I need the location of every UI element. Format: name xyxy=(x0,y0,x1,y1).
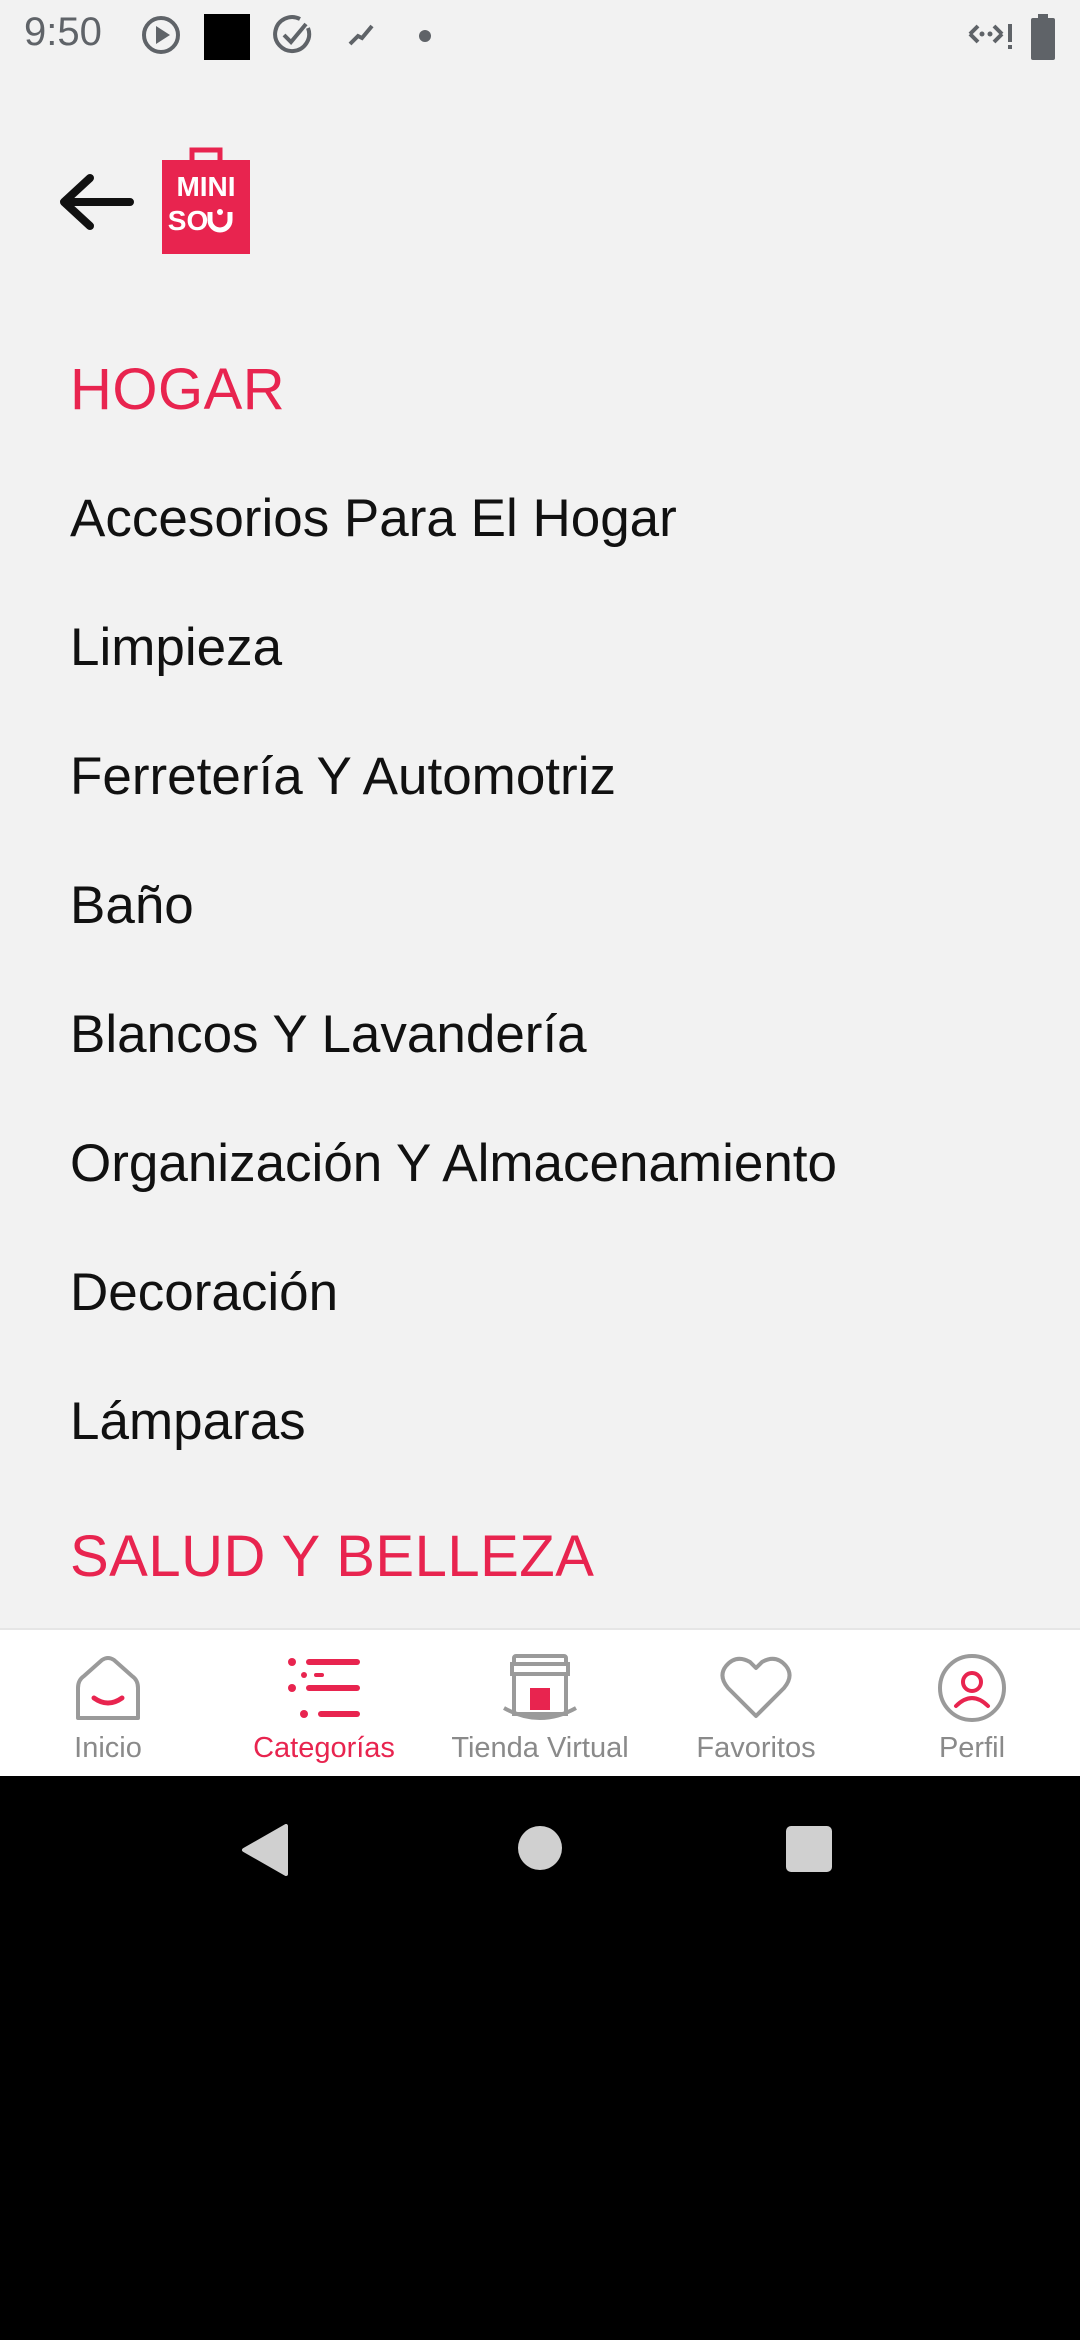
section-title-hogar[interactable]: HOGAR xyxy=(70,356,285,423)
dot-icon xyxy=(419,30,431,42)
category-item[interactable]: Blancos Y Lavandería xyxy=(70,1004,587,1065)
store-icon xyxy=(503,1654,577,1720)
battery-icon xyxy=(1031,14,1055,60)
nav-label-tienda-virtual: Tienda Virtual xyxy=(451,1732,629,1764)
logo-text-line1: MINI xyxy=(176,171,235,202)
heart-icon xyxy=(720,1656,792,1718)
home-smile-icon xyxy=(76,1656,140,1720)
miniso-logo[interactable]: MINI SO xyxy=(160,146,252,256)
home-circle-icon[interactable] xyxy=(516,1824,564,1872)
nav-item-perfil[interactable]: Perfil xyxy=(864,1630,1080,1776)
slash-icon xyxy=(348,24,374,46)
logo-text-line2: SO xyxy=(168,205,208,236)
nav-item-tienda-virtual[interactable]: Tienda Virtual xyxy=(432,1630,648,1776)
category-item[interactable]: Ferretería Y Automotriz xyxy=(70,746,616,807)
app-screen: 9:50 MINI SO HOGAR Accesorios Para El Ho… xyxy=(0,0,1080,1776)
nav-item-favoritos[interactable]: Favoritos xyxy=(648,1630,864,1776)
category-item[interactable]: Accesorios Para El Hogar xyxy=(70,488,677,549)
status-bar: 9:50 xyxy=(0,0,1080,72)
nav-label-inicio: Inicio xyxy=(74,1732,142,1764)
status-time: 9:50 xyxy=(24,10,102,54)
system-nav-bar xyxy=(0,1776,1080,1920)
bottom-nav: Inicio Categorías Tienda Virtual Favorit… xyxy=(0,1628,1080,1776)
category-item[interactable]: Lámparas xyxy=(70,1391,306,1452)
category-item[interactable]: Organización Y Almacenamiento xyxy=(70,1133,837,1194)
play-circle-icon xyxy=(142,16,180,54)
profile-icon xyxy=(938,1654,1006,1722)
nav-item-inicio[interactable]: Inicio xyxy=(0,1630,216,1776)
check-circle-icon xyxy=(273,15,312,54)
nav-item-categorias[interactable]: Categorías xyxy=(216,1630,432,1776)
category-item[interactable]: Baño xyxy=(70,875,194,936)
list-icon xyxy=(288,1658,360,1718)
nav-label-favoritos: Favoritos xyxy=(696,1732,816,1764)
back-triangle-icon[interactable] xyxy=(240,1824,290,1876)
nav-label-perfil: Perfil xyxy=(938,1732,1006,1764)
section-title-salud-y-belleza[interactable]: SALUD Y BELLEZA xyxy=(70,1523,594,1590)
back-arrow-icon[interactable] xyxy=(56,170,136,234)
category-item[interactable]: Limpieza xyxy=(70,617,282,678)
category-item[interactable]: Decoración xyxy=(70,1262,338,1323)
recents-square-icon[interactable] xyxy=(786,1826,832,1872)
data-transfer-icon xyxy=(968,24,1012,49)
nav-label-categorias: Categorías xyxy=(253,1732,395,1764)
black-square-icon xyxy=(204,14,250,60)
